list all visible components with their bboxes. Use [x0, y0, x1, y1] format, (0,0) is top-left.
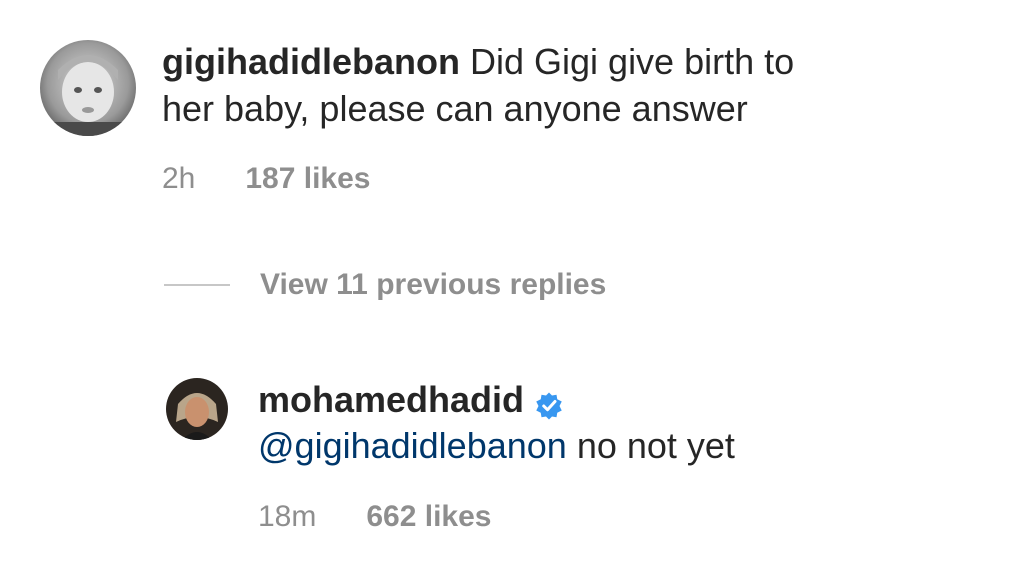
view-replies-label: View 11 previous replies — [260, 268, 607, 301]
comment-likes-count[interactable]: 187 likes — [245, 162, 370, 196]
reply-timestamp[interactable]: 18m — [258, 500, 316, 534]
comment-line2: her baby, please can anyone answer — [162, 88, 748, 129]
reply-likes-count[interactable]: 662 likes — [366, 500, 491, 534]
avatar-gigihadidlebanon[interactable] — [40, 40, 136, 136]
reply-mention-link[interactable]: @gigihadidlebanon — [258, 425, 567, 466]
reply-text: @gigihadidlebanon no not yet — [258, 422, 735, 469]
reply-header: mohamedhadid — [258, 376, 564, 423]
reply-username[interactable]: mohamedhadid — [258, 376, 524, 423]
replies-divider-line — [164, 284, 230, 286]
comment-meta: 2h 187 likes — [162, 162, 371, 196]
avatar-mohamedhadid[interactable] — [166, 378, 228, 440]
reply-message: no not yet — [576, 425, 735, 466]
comment-line1: Did Gigi give birth to — [470, 41, 795, 82]
comment-timestamp[interactable]: 2h — [162, 162, 195, 196]
verified-badge-icon — [534, 385, 564, 419]
comment-text: gigihadidlebanon Did Gigi give birth to … — [162, 38, 794, 132]
comment-username[interactable]: gigihadidlebanon — [162, 41, 460, 82]
reply-meta: 18m 662 likes — [258, 500, 491, 534]
view-previous-replies-button[interactable]: View 11 previous replies — [164, 268, 606, 302]
comments-section: gigihadidlebanon Did Gigi give birth to … — [0, 0, 1026, 576]
